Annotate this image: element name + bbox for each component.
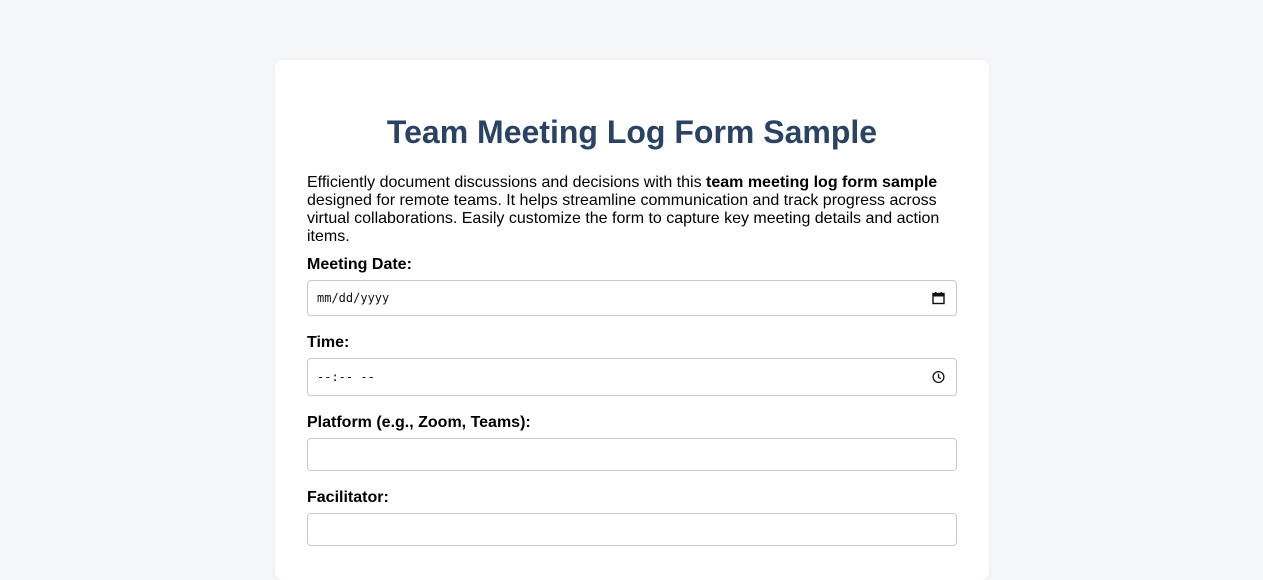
platform-input[interactable] [307, 438, 957, 471]
time-label: Time: [307, 334, 350, 351]
meeting-date-input[interactable]: mm/dd/yyyy [307, 280, 957, 316]
form-card: Team Meeting Log Form Sample Efficiently… [275, 60, 989, 580]
intro-text-start: Efficiently document discussions and dec… [307, 174, 707, 191]
page-title: Team Meeting Log Form Sample [386, 114, 878, 150]
time-placeholder: --:-- -- [317, 370, 375, 384]
calendar-icon[interactable] [932, 292, 945, 305]
intro-text-bold: team meeting log form sample [706, 174, 938, 191]
meeting-date-placeholder: mm/dd/yyyy [317, 291, 390, 305]
meeting-date-label: Meeting Date: [307, 256, 412, 273]
facilitator-input[interactable] [307, 513, 957, 546]
intro-paragraph: Efficiently document discussions and dec… [307, 174, 957, 246]
facilitator-label: Facilitator: [307, 489, 389, 506]
time-input[interactable]: --:-- -- [307, 358, 957, 396]
platform-label: Platform (e.g., Zoom, Teams): [307, 414, 531, 431]
clock-icon[interactable] [932, 370, 945, 384]
intro-text-end: designed for remote teams. It helps stre… [307, 192, 940, 245]
